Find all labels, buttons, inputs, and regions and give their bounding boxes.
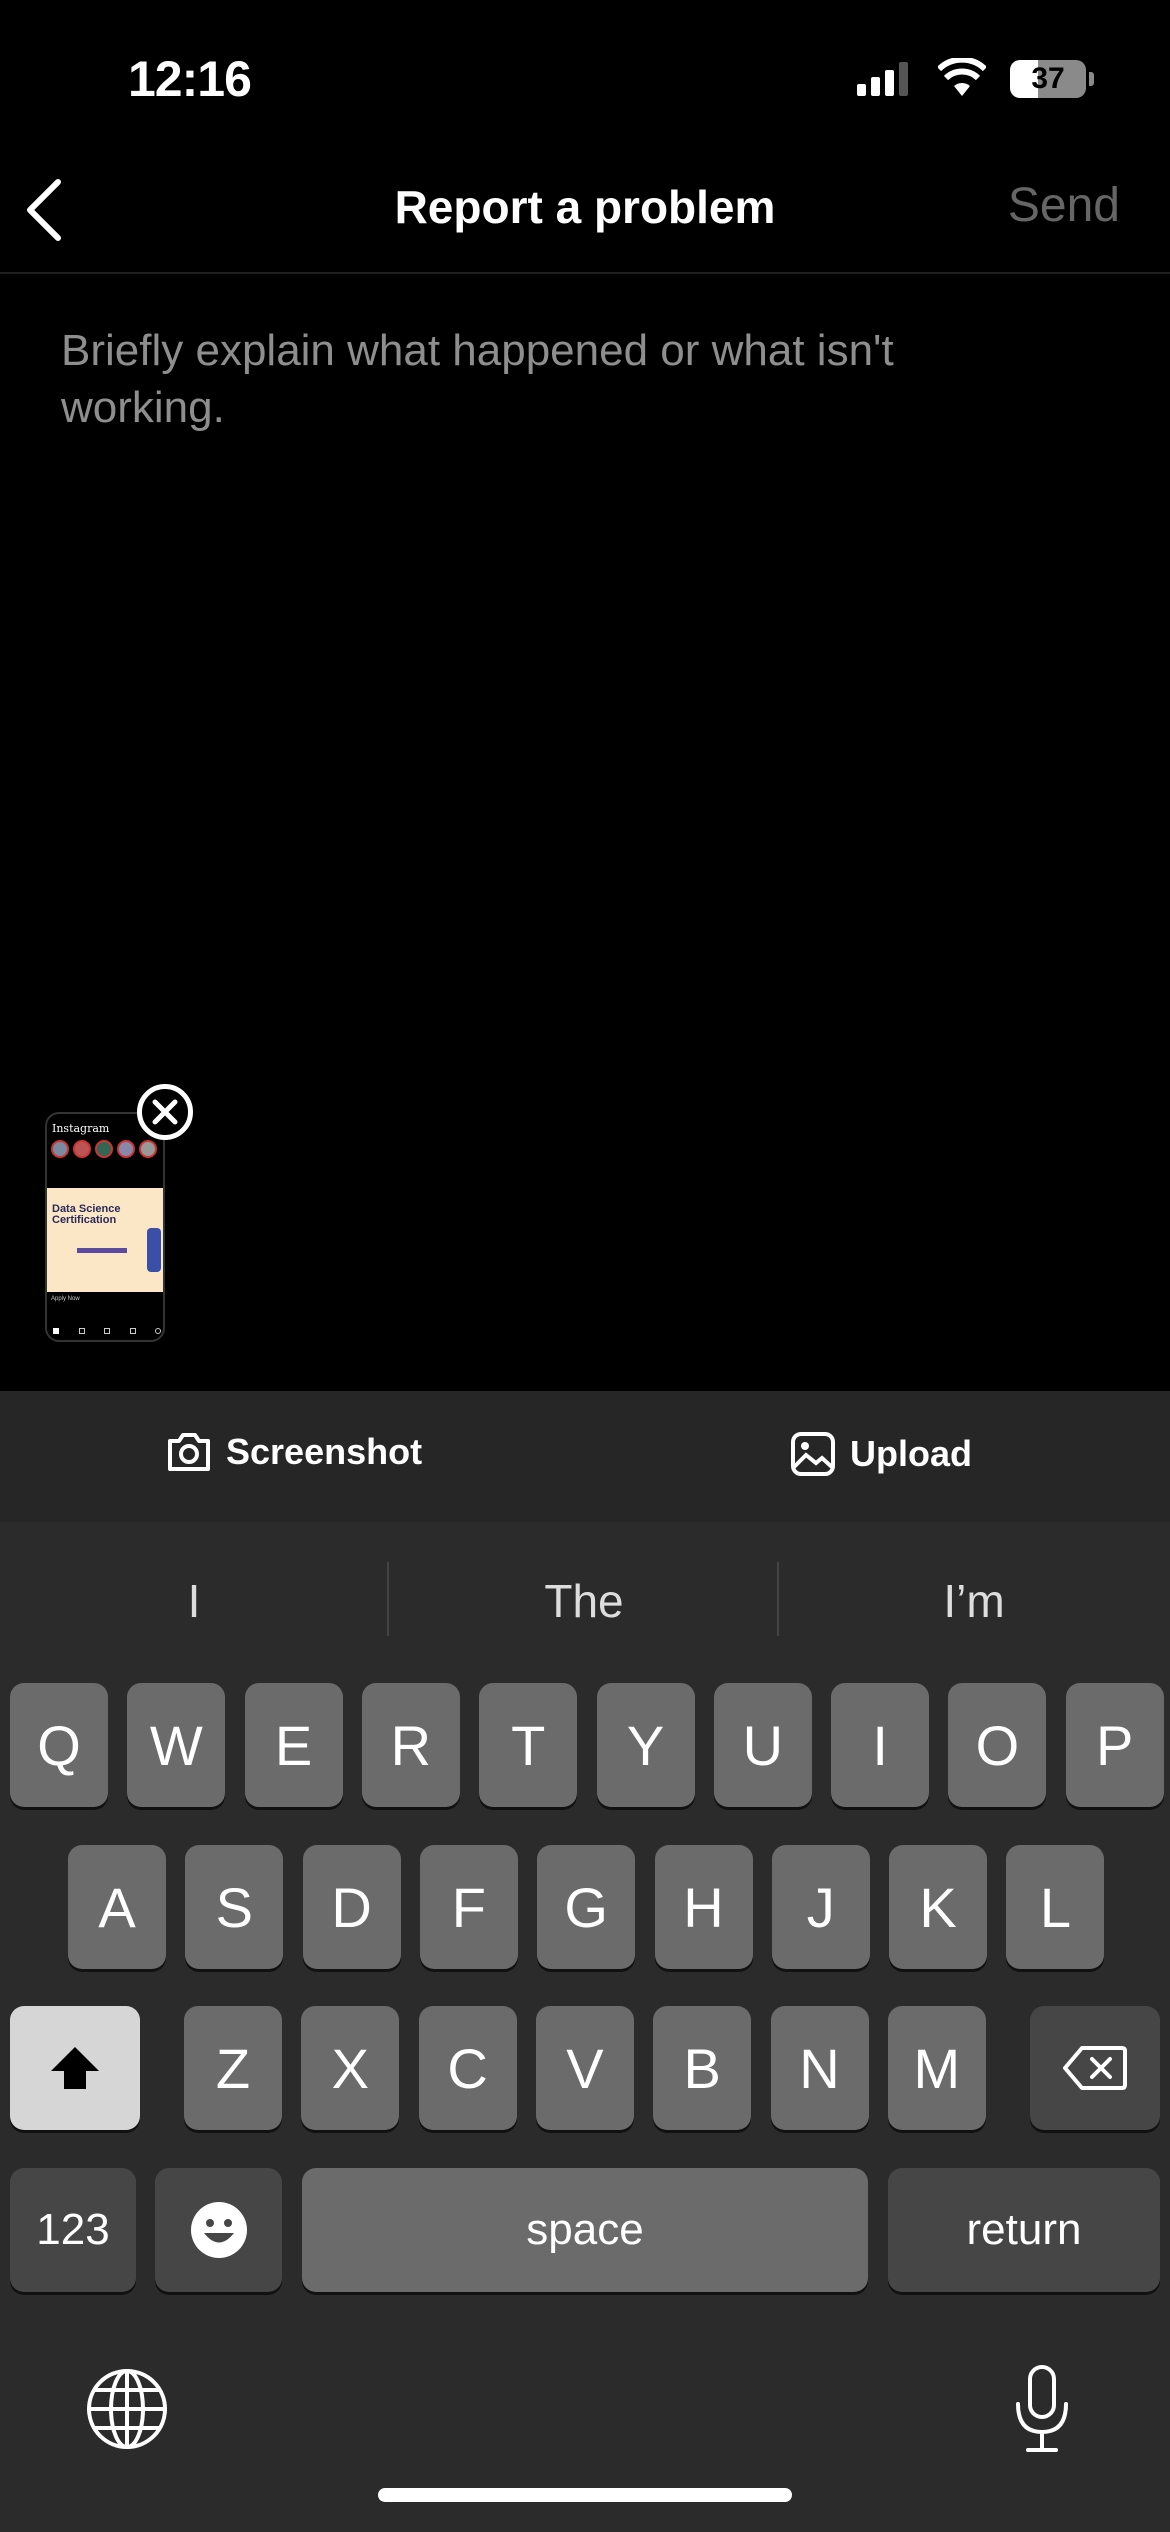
globe-icon[interactable] bbox=[86, 2368, 168, 2450]
upload-button[interactable]: Upload bbox=[790, 1431, 972, 1477]
shift-key[interactable] bbox=[10, 2006, 140, 2130]
numbers-key[interactable]: 123 bbox=[10, 2168, 136, 2292]
key-k[interactable]: K bbox=[889, 1845, 988, 1969]
shift-arrow-icon bbox=[51, 2047, 99, 2089]
screenshot-button[interactable]: Screenshot bbox=[166, 1431, 422, 1473]
key-l[interactable]: L bbox=[1006, 1845, 1105, 1969]
suggestion-divider bbox=[777, 1562, 779, 1636]
key-b[interactable]: B bbox=[653, 2006, 752, 2130]
emoji-icon bbox=[190, 2202, 247, 2258]
key-j[interactable]: J bbox=[771, 1845, 870, 1969]
key-s[interactable]: S bbox=[185, 1845, 284, 1969]
key-v[interactable]: V bbox=[535, 2006, 634, 2130]
thumb-cta: Apply Now bbox=[51, 1296, 80, 1302]
battery-tip bbox=[1089, 72, 1094, 86]
key-q[interactable]: Q bbox=[10, 1683, 108, 1807]
home-indicator[interactable] bbox=[378, 2488, 792, 2502]
space-key[interactable]: space bbox=[302, 2168, 868, 2292]
key-c[interactable]: C bbox=[418, 2006, 517, 2130]
wifi-icon bbox=[938, 58, 986, 96]
thumb-tabbar bbox=[53, 1328, 161, 1334]
battery-level: 37 bbox=[1031, 62, 1065, 95]
key-i[interactable]: I bbox=[831, 1683, 930, 1807]
image-icon bbox=[791, 1432, 835, 1476]
key-d[interactable]: D bbox=[302, 1845, 401, 1969]
key-u[interactable]: U bbox=[713, 1683, 812, 1807]
emoji-key[interactable] bbox=[155, 2168, 282, 2292]
backspace-icon bbox=[1063, 2046, 1127, 2090]
thumb-headline-2: Certification bbox=[52, 1214, 117, 1226]
attachment-toolbar: Screenshot Upload bbox=[0, 1391, 1170, 1522]
key-n[interactable]: N bbox=[770, 2006, 869, 2130]
key-f[interactable]: F bbox=[419, 1845, 518, 1969]
keyboard: I The I’m QWERTYUIOPASDFGHJKLZXCVBNM 123… bbox=[0, 1522, 1170, 2532]
page-title: Report a problem bbox=[394, 181, 776, 233]
key-z[interactable]: Z bbox=[184, 2006, 282, 2130]
battery-icon: 37 bbox=[1010, 60, 1086, 98]
attachment-thumbnail[interactable]: Instagram Data Science Certification App… bbox=[45, 1112, 165, 1342]
backspace-key[interactable] bbox=[1030, 2006, 1160, 2130]
key-e[interactable]: E bbox=[244, 1683, 343, 1807]
screenshot-label: Screenshot bbox=[226, 1431, 423, 1472]
problem-description-input[interactable]: Briefly explain what happened or what is… bbox=[61, 322, 961, 436]
key-g[interactable]: G bbox=[537, 1845, 636, 1969]
suggestion-2[interactable]: The bbox=[390, 1574, 778, 1628]
send-button[interactable]: Send bbox=[1008, 178, 1120, 233]
key-h[interactable]: H bbox=[654, 1845, 753, 1969]
key-w[interactable]: W bbox=[127, 1683, 226, 1807]
microphone-icon[interactable] bbox=[1010, 2364, 1074, 2454]
suggestion-divider bbox=[387, 1562, 389, 1636]
signal-icon bbox=[857, 62, 913, 96]
suggestion-3[interactable]: I’m bbox=[780, 1574, 1168, 1628]
status-time: 12:16 bbox=[128, 51, 252, 107]
thumb-stories bbox=[51, 1140, 163, 1162]
key-o[interactable]: O bbox=[948, 1683, 1047, 1807]
thumb-ad-image: Data Science Certification bbox=[47, 1188, 163, 1292]
key-x[interactable]: X bbox=[301, 2006, 400, 2130]
key-m[interactable]: M bbox=[887, 2006, 986, 2130]
suggestion-1[interactable]: I bbox=[0, 1574, 388, 1628]
upload-label: Upload bbox=[850, 1433, 972, 1474]
camera-icon bbox=[168, 1433, 210, 1471]
key-y[interactable]: Y bbox=[596, 1683, 695, 1807]
key-a[interactable]: A bbox=[68, 1845, 166, 1969]
key-p[interactable]: P bbox=[1065, 1683, 1164, 1807]
header-divider bbox=[0, 272, 1170, 274]
key-t[interactable]: T bbox=[479, 1683, 578, 1807]
key-r[interactable]: R bbox=[361, 1683, 460, 1807]
remove-attachment-close-icon[interactable] bbox=[137, 1084, 193, 1140]
return-key[interactable]: return bbox=[888, 2168, 1160, 2292]
thumb-app-name: Instagram bbox=[52, 1122, 110, 1135]
